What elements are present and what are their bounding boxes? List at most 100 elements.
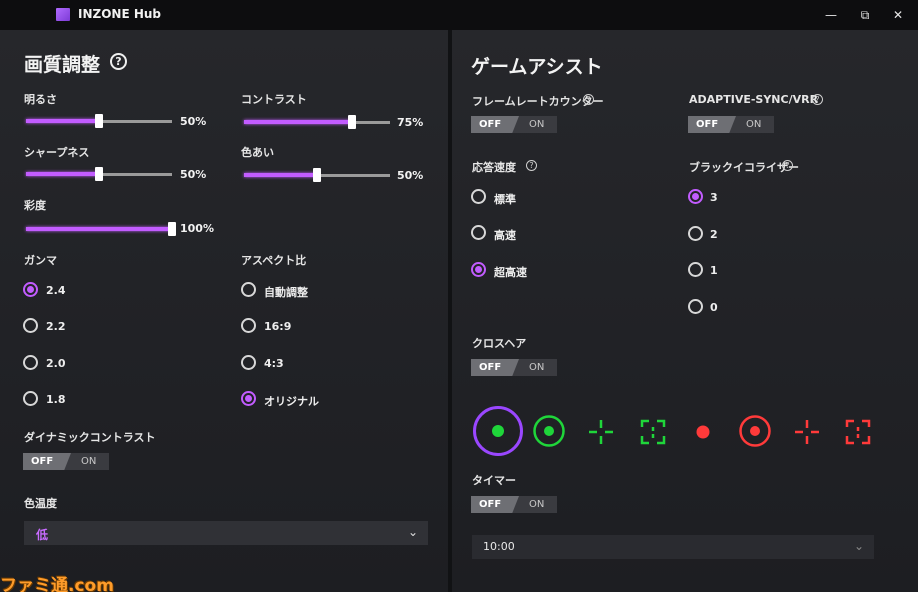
- crosshair-red-cross-icon[interactable]: [794, 419, 820, 445]
- toggle-off: OFF: [471, 116, 519, 133]
- title-bar: INZONE Hub — ⧉ ✕: [0, 0, 918, 30]
- app-title: INZONE Hub: [78, 7, 162, 21]
- crosshair-toggle[interactable]: OFF ON: [471, 359, 557, 376]
- picture-settings-title: 画質調整: [24, 54, 101, 76]
- crosshair-red-frame-icon[interactable]: [845, 419, 871, 445]
- timer-toggle[interactable]: OFF ON: [471, 496, 557, 513]
- adaptive-sync-label: ADAPTIVE-SYNC/VRR: [689, 93, 819, 106]
- hue-slider[interactable]: [244, 168, 390, 182]
- color-temp-select[interactable]: 低 ⌄: [24, 521, 428, 545]
- crosshair-green-cross-icon[interactable]: [588, 419, 614, 445]
- slider-fill: [244, 120, 352, 124]
- black-eq-option-label: 1: [710, 264, 718, 277]
- aspect-radio-auto[interactable]: [241, 282, 256, 297]
- toggle-off: OFF: [688, 116, 736, 133]
- help-icon[interactable]: ?: [526, 160, 537, 171]
- toggle-on: ON: [529, 362, 545, 373]
- crosshair-green-frame-icon[interactable]: [640, 419, 666, 445]
- aspect-radio-original[interactable]: [241, 391, 256, 406]
- hue-label: 色あい: [241, 146, 274, 159]
- timer-select[interactable]: 10:00 ⌄: [472, 535, 874, 559]
- gamma-radio-1-8[interactable]: [23, 391, 38, 406]
- help-icon[interactable]: ?: [782, 160, 793, 171]
- toggle-off: OFF: [471, 496, 519, 513]
- close-button[interactable]: ✕: [891, 8, 905, 22]
- adaptive-sync-toggle[interactable]: OFF ON: [688, 116, 774, 133]
- slider-thumb[interactable]: [95, 167, 103, 181]
- brightness-label: 明るさ: [24, 93, 57, 106]
- dynamic-contrast-toggle[interactable]: OFF ON: [23, 453, 109, 470]
- brightness-slider[interactable]: [26, 114, 172, 128]
- game-assist-title: ゲームアシスト: [471, 56, 603, 78]
- response-radio-standard[interactable]: [471, 189, 486, 204]
- gamma-radio-2-2[interactable]: [23, 318, 38, 333]
- response-label: 応答速度: [472, 161, 516, 174]
- chevron-down-icon: ⌄: [853, 539, 864, 553]
- slider-thumb[interactable]: [313, 168, 321, 182]
- toggle-on: ON: [746, 119, 762, 130]
- hue-value: 50%: [397, 169, 424, 182]
- black-eq-option-label: 3: [710, 191, 718, 204]
- inzone-logo-icon: [56, 8, 70, 21]
- black-eq-option-label: 0: [710, 301, 718, 314]
- toggle-on: ON: [81, 456, 97, 467]
- black-eq-radio-2[interactable]: [688, 226, 703, 241]
- gamma-option-label: 2.4: [46, 284, 66, 297]
- help-icon[interactable]: ?: [812, 94, 823, 105]
- contrast-label: コントラスト: [241, 93, 307, 106]
- sharpness-value: 50%: [180, 168, 207, 181]
- color-temp-label: 色温度: [24, 497, 57, 510]
- saturation-slider[interactable]: [26, 222, 176, 236]
- crosshair-red-ring-icon[interactable]: [738, 414, 772, 448]
- gamma-radio-2-0[interactable]: [23, 355, 38, 370]
- dynamic-contrast-label: ダイナミックコントラスト: [24, 431, 156, 444]
- timer-label: タイマー: [472, 474, 516, 487]
- crosshair-red-dot-icon[interactable]: [694, 423, 712, 441]
- restore-button[interactable]: ⧉: [858, 8, 872, 22]
- timer-value: 10:00: [483, 540, 515, 553]
- slider-thumb[interactable]: [348, 115, 356, 129]
- toggle-on: ON: [529, 499, 545, 510]
- response-option-label: 超高速: [494, 266, 527, 279]
- brightness-value: 50%: [180, 115, 207, 128]
- color-temp-value: 低: [36, 528, 49, 542]
- gamma-option-label: 2.0: [46, 357, 66, 370]
- minimize-button[interactable]: —: [824, 8, 838, 22]
- saturation-value: 100%: [180, 222, 214, 235]
- crosshair-label: クロスヘア: [472, 337, 527, 350]
- crosshair-green-dot-icon[interactable]: [472, 405, 524, 457]
- frame-rate-toggle[interactable]: OFF ON: [471, 116, 557, 133]
- toggle-on: ON: [529, 119, 545, 130]
- contrast-value: 75%: [397, 116, 424, 129]
- black-eq-radio-1[interactable]: [688, 262, 703, 277]
- slider-fill: [26, 172, 99, 176]
- toggle-off: OFF: [23, 453, 71, 470]
- help-icon[interactable]: ?: [110, 53, 127, 70]
- slider-fill: [244, 173, 317, 177]
- aspect-radio-16-9[interactable]: [241, 318, 256, 333]
- black-eq-radio-3[interactable]: [688, 189, 703, 204]
- response-radio-fast[interactable]: [471, 225, 486, 240]
- aspect-label: アスペクト比: [241, 254, 307, 267]
- gamma-option-label: 1.8: [46, 393, 66, 406]
- response-radio-fastest[interactable]: [471, 262, 486, 277]
- aspect-option-label: 4:3: [264, 357, 284, 370]
- gamma-option-label: 2.2: [46, 320, 66, 333]
- black-eq-radio-0[interactable]: [688, 299, 703, 314]
- response-option-label: 高速: [494, 229, 516, 242]
- gamma-radio-2-4[interactable]: [23, 282, 38, 297]
- response-option-label: 標準: [494, 193, 516, 206]
- help-icon[interactable]: ?: [583, 94, 594, 105]
- slider-thumb[interactable]: [168, 222, 176, 236]
- gamma-label: ガンマ: [24, 254, 57, 267]
- crosshair-green-ring-icon[interactable]: [532, 414, 566, 448]
- slider-thumb[interactable]: [95, 114, 103, 128]
- chevron-down-icon: ⌄: [407, 525, 418, 539]
- watermark-logo: ファミ通.com: [0, 576, 114, 592]
- contrast-slider[interactable]: [244, 115, 390, 129]
- aspect-option-label: オリジナル: [264, 395, 319, 408]
- sharpness-slider[interactable]: [26, 167, 172, 181]
- saturation-label: 彩度: [24, 199, 46, 212]
- black-eq-option-label: 2: [710, 228, 718, 241]
- aspect-radio-4-3[interactable]: [241, 355, 256, 370]
